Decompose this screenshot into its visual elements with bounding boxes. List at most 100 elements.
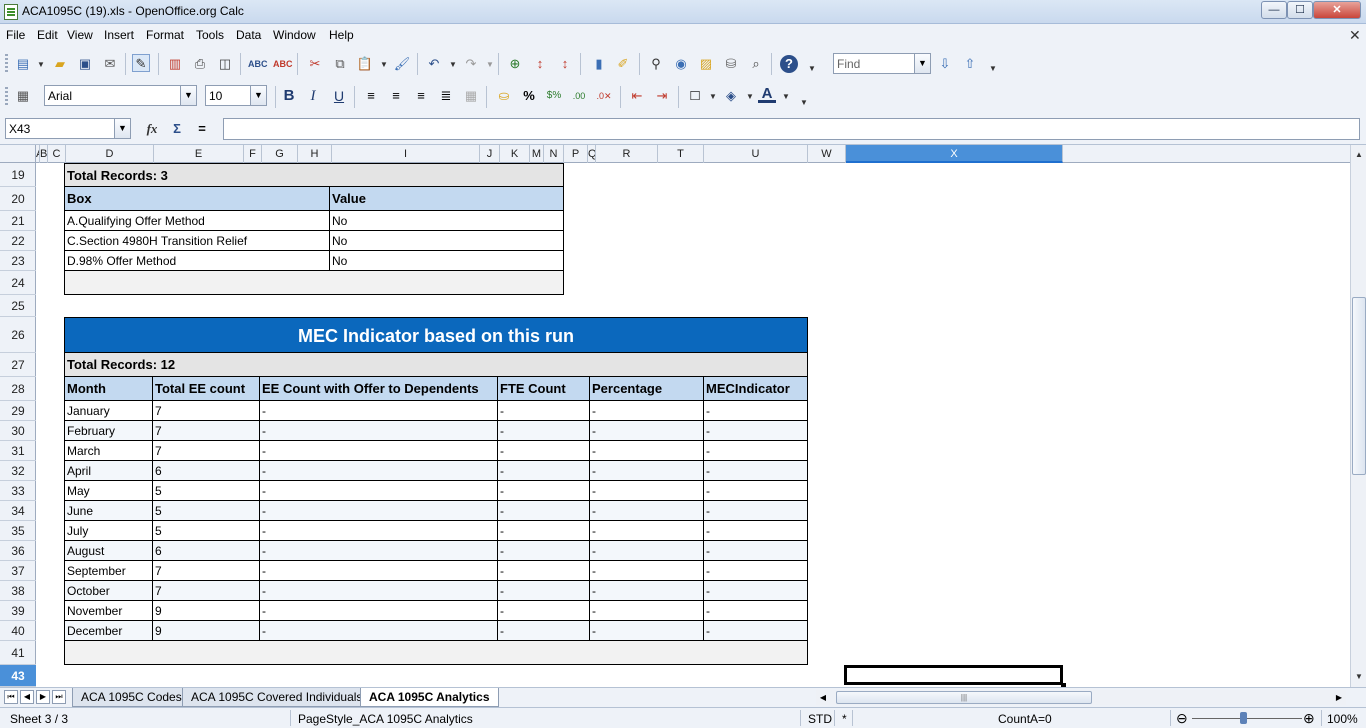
paste-icon[interactable]: 📋: [356, 55, 374, 73]
zoom-out-icon[interactable]: ⊖: [1176, 710, 1188, 727]
total-ee-cell[interactable]: 5: [153, 501, 260, 521]
column-header[interactable]: K: [500, 145, 530, 163]
chevron-down-icon[interactable]: ▼: [709, 92, 717, 101]
fte-cell[interactable]: -: [498, 461, 590, 481]
total-ee-cell[interactable]: 6: [153, 541, 260, 561]
fte-cell[interactable]: -: [498, 401, 590, 421]
find-input[interactable]: Find ▼: [833, 53, 931, 74]
column-header[interactable]: U: [704, 145, 808, 163]
selection-mode[interactable]: STD: [808, 712, 832, 726]
value-cell[interactable]: No: [330, 251, 564, 271]
ee-offer-cell[interactable]: -: [260, 421, 498, 441]
function-wizard-icon[interactable]: fx: [143, 120, 161, 138]
total-ee-cell[interactable]: 7: [153, 401, 260, 421]
hyperlink-icon[interactable]: ⊕: [506, 55, 524, 73]
percentage-cell[interactable]: -: [590, 601, 704, 621]
align-left-icon[interactable]: ≡: [362, 87, 380, 105]
column-header[interactable]: R: [596, 145, 658, 163]
previous-sheet-icon[interactable]: ◀: [20, 690, 34, 704]
row-header[interactable]: 31: [0, 441, 36, 461]
toolbar-options-icon[interactable]: ▼: [989, 64, 997, 73]
vertical-scrollbar[interactable]: ▲ ▼: [1350, 145, 1366, 687]
box-cell[interactable]: C.Section 4980H Transition Relief: [64, 231, 330, 251]
copy-icon[interactable]: ⧉: [331, 55, 349, 73]
box-header-value[interactable]: Value: [330, 187, 564, 211]
month-cell[interactable]: September: [64, 561, 153, 581]
page-preview-icon[interactable]: ◫: [216, 55, 234, 73]
month-cell[interactable]: June: [64, 501, 153, 521]
edit-file-icon[interactable]: ✎: [132, 54, 150, 72]
fte-cell[interactable]: -: [498, 521, 590, 541]
mec-indicator-cell[interactable]: -: [704, 421, 808, 441]
row-header[interactable]: 30: [0, 421, 36, 441]
gallery-icon[interactable]: ▨: [697, 55, 715, 73]
scroll-down-icon[interactable]: ▼: [1352, 669, 1366, 685]
column-header[interactable]: D: [66, 145, 154, 163]
column-header[interactable]: E: [154, 145, 244, 163]
percentage-cell[interactable]: -: [590, 561, 704, 581]
function-icon[interactable]: =: [193, 120, 211, 138]
find-previous-icon[interactable]: ⇧: [961, 55, 979, 73]
mec-indicator-cell[interactable]: -: [704, 581, 808, 601]
next-sheet-icon[interactable]: ▶: [36, 690, 50, 704]
chevron-down-icon[interactable]: ▼: [380, 60, 388, 69]
zoom-level[interactable]: 100%: [1327, 712, 1358, 726]
chevron-down-icon[interactable]: ▼: [37, 60, 45, 69]
row-header[interactable]: 41: [0, 641, 36, 665]
mec-indicator-cell[interactable]: -: [704, 521, 808, 541]
ee-offer-cell[interactable]: -: [260, 521, 498, 541]
column-header[interactable]: P: [564, 145, 588, 163]
standard-format-icon[interactable]: $%: [545, 87, 563, 105]
menu-format[interactable]: Format: [146, 28, 184, 42]
fte-cell[interactable]: -: [498, 501, 590, 521]
value-cell[interactable]: No: [330, 231, 564, 251]
font-name-box[interactable]: Arial ▼: [44, 85, 197, 106]
add-decimal-icon[interactable]: .00: [570, 87, 588, 105]
fte-cell[interactable]: -: [498, 621, 590, 641]
month-cell[interactable]: May: [64, 481, 153, 501]
toolbar-options-icon[interactable]: ▼: [800, 98, 808, 107]
font-color-icon[interactable]: A: [758, 85, 776, 103]
underline-icon[interactable]: U: [330, 87, 348, 105]
styles-formatting-icon[interactable]: ▦: [14, 87, 32, 105]
ee-offer-cell[interactable]: -: [260, 621, 498, 641]
name-box[interactable]: X43 ▼: [5, 118, 131, 139]
percentage-cell[interactable]: -: [590, 541, 704, 561]
sheet-tab-codes[interactable]: ACA 1095C Codes: [72, 688, 191, 707]
chevron-down-icon[interactable]: ▼: [449, 60, 457, 69]
fte-cell[interactable]: -: [498, 601, 590, 621]
total-ee-cell[interactable]: 7: [153, 561, 260, 581]
fte-cell[interactable]: -: [498, 561, 590, 581]
ee-offer-cell[interactable]: -: [260, 441, 498, 461]
save-icon[interactable]: ▣: [76, 55, 94, 73]
ee-offer-cell[interactable]: -: [260, 501, 498, 521]
row-header[interactable]: 36: [0, 541, 36, 561]
sort-descending-icon[interactable]: ↕: [556, 55, 574, 73]
chevron-down-icon[interactable]: ▼: [180, 86, 196, 105]
active-cell-cursor[interactable]: [844, 665, 1066, 687]
row-header[interactable]: 40: [0, 621, 36, 641]
mec-indicator-cell[interactable]: -: [704, 601, 808, 621]
toolbar-grip[interactable]: [5, 87, 8, 105]
chart-icon[interactable]: ▮: [590, 55, 608, 73]
row-header[interactable]: 37: [0, 561, 36, 581]
last-sheet-icon[interactable]: ⏭: [52, 690, 66, 704]
draw-functions-icon[interactable]: ✐: [614, 55, 632, 73]
new-document-icon[interactable]: ▤: [14, 55, 32, 73]
select-all-corner[interactable]: [0, 145, 36, 163]
scroll-up-icon[interactable]: ▲: [1352, 147, 1366, 163]
minimize-button[interactable]: —: [1261, 1, 1287, 19]
page-style[interactable]: PageStyle_ACA 1095C Analytics: [298, 712, 473, 726]
ee-offer-cell[interactable]: -: [260, 401, 498, 421]
month-cell[interactable]: November: [64, 601, 153, 621]
italic-icon[interactable]: I: [304, 87, 322, 105]
fte-cell[interactable]: -: [498, 421, 590, 441]
chevron-down-icon[interactable]: ▼: [746, 92, 754, 101]
total-ee-cell[interactable]: 9: [153, 601, 260, 621]
column-header[interactable]: Q: [588, 145, 596, 163]
mec-header-total-ee[interactable]: Total EE count: [153, 377, 260, 401]
ee-offer-cell[interactable]: -: [260, 581, 498, 601]
delete-decimal-icon[interactable]: .0✕: [595, 87, 613, 105]
data-sources-icon[interactable]: ⛁: [722, 55, 740, 73]
vertical-scroll-thumb[interactable]: [1352, 297, 1366, 475]
